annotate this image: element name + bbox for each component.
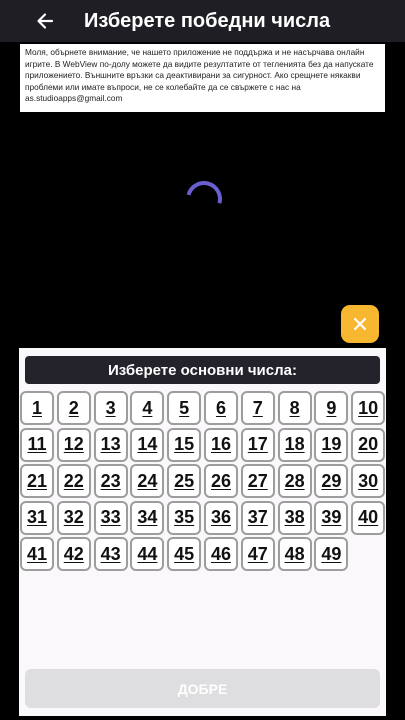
number-cell-3[interactable]: 3 bbox=[93, 391, 128, 425]
number-cell-11[interactable]: 11 bbox=[20, 427, 54, 462]
picker-header: Изберете основни числа: bbox=[25, 356, 380, 384]
number-cell-43[interactable]: 43 bbox=[93, 537, 128, 572]
number-cell-49[interactable]: 49 bbox=[314, 537, 349, 572]
close-icon bbox=[353, 317, 367, 331]
number-cell-48[interactable]: 48 bbox=[277, 537, 312, 572]
number-cell-12[interactable]: 12 bbox=[56, 427, 91, 462]
number-cell-30[interactable]: 30 bbox=[351, 464, 386, 499]
number-cell-26[interactable]: 26 bbox=[203, 464, 238, 499]
number-cell-35[interactable]: 35 bbox=[167, 500, 202, 535]
number-cell-18[interactable]: 18 bbox=[277, 427, 312, 462]
loading-spinner-icon bbox=[179, 174, 229, 224]
number-cell-47[interactable]: 47 bbox=[240, 537, 275, 572]
disclaimer-notice: Моля, обърнете внимание, че нашето прило… bbox=[20, 44, 385, 112]
back-button[interactable] bbox=[20, 0, 70, 42]
number-cell-36[interactable]: 36 bbox=[203, 500, 238, 535]
number-cell-32[interactable]: 32 bbox=[56, 500, 91, 535]
number-cell-23[interactable]: 23 bbox=[93, 464, 128, 499]
number-cell-45[interactable]: 45 bbox=[167, 537, 202, 572]
number-cell-40[interactable]: 40 bbox=[351, 500, 386, 535]
number-cell-46[interactable]: 46 bbox=[203, 537, 238, 572]
number-cell-34[interactable]: 34 bbox=[130, 500, 165, 535]
number-cell-9[interactable]: 9 bbox=[314, 391, 349, 425]
number-cell-6[interactable]: 6 bbox=[203, 391, 238, 425]
number-cell-8[interactable]: 8 bbox=[277, 391, 312, 425]
number-cell-37[interactable]: 37 bbox=[240, 500, 275, 535]
number-cell-15[interactable]: 15 bbox=[167, 427, 202, 462]
number-cell-33[interactable]: 33 bbox=[93, 500, 128, 535]
app-bar: Изберете победни числа bbox=[0, 0, 405, 42]
number-cell-5[interactable]: 5 bbox=[167, 391, 202, 425]
number-cell-2[interactable]: 2 bbox=[56, 391, 91, 425]
number-cell-25[interactable]: 25 bbox=[167, 464, 202, 499]
close-button[interactable] bbox=[341, 305, 379, 343]
number-cell-44[interactable]: 44 bbox=[130, 537, 165, 572]
number-picker-sheet: Изберете основни числа: 1 2 3 4 5 6 7 8 9 10 11 12 1… bbox=[19, 348, 386, 716]
number-cell-31[interactable]: 31 bbox=[20, 500, 54, 535]
number-cell-13[interactable]: 13 bbox=[93, 427, 128, 462]
number-cell-38[interactable]: 38 bbox=[277, 500, 312, 535]
number-cell-14[interactable]: 14 bbox=[130, 427, 165, 462]
number-cell-7[interactable]: 7 bbox=[240, 391, 275, 425]
number-cell-22[interactable]: 22 bbox=[56, 464, 91, 499]
number-cell-21[interactable]: 21 bbox=[20, 464, 54, 499]
number-cell-1[interactable]: 1 bbox=[20, 391, 54, 425]
number-cell-39[interactable]: 39 bbox=[314, 500, 349, 535]
number-cell-20[interactable]: 20 bbox=[351, 427, 386, 462]
number-cell-29[interactable]: 29 bbox=[314, 464, 349, 499]
number-cell-27[interactable]: 27 bbox=[240, 464, 275, 499]
page-title: Изберете победни числа bbox=[84, 9, 331, 32]
number-grid: 1 2 3 4 5 6 7 8 9 10 11 12 13 14 15 16 17 18 19 20 21 22 23 24 2… bbox=[20, 391, 386, 572]
number-cell-28[interactable]: 28 bbox=[277, 464, 312, 499]
disclaimer-text: Моля, обърнете внимание, че нашето прило… bbox=[25, 47, 374, 103]
number-cell-10[interactable]: 10 bbox=[351, 391, 386, 425]
number-cell-16[interactable]: 16 bbox=[203, 427, 238, 462]
number-cell-4[interactable]: 4 bbox=[130, 391, 165, 425]
arrow-left-icon bbox=[37, 13, 54, 29]
number-cell-19[interactable]: 19 bbox=[314, 427, 349, 462]
number-cell-17[interactable]: 17 bbox=[240, 427, 275, 462]
number-cell-41[interactable]: 41 bbox=[20, 537, 54, 572]
number-cell-42[interactable]: 42 bbox=[56, 537, 91, 572]
number-cell-24[interactable]: 24 bbox=[130, 464, 165, 499]
ok-button[interactable]: ДОБРЕ bbox=[25, 669, 380, 708]
